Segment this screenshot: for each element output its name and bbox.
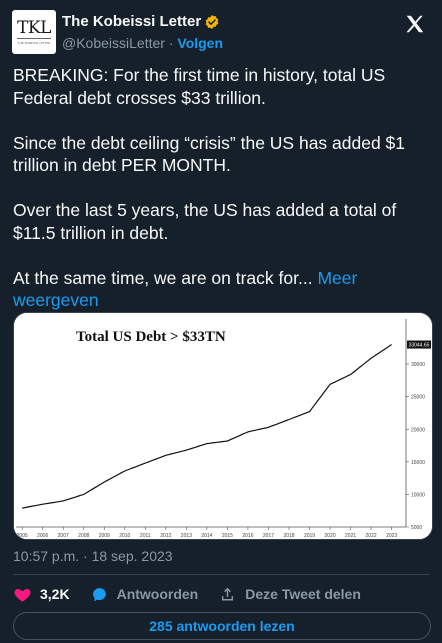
handle-row: @KobeissiLetter · Volgen	[62, 35, 223, 51]
tweet-card: TKL THE KOBEISSI LETTER The Kobeissi Let…	[0, 0, 442, 643]
reply-button[interactable]: Antwoorden	[90, 585, 199, 604]
share-button[interactable]: Deze Tweet delen	[218, 585, 361, 604]
chart-last-value-label: 33044.65	[409, 343, 430, 349]
debt-chart: Total US Debt > $33TN 2005 2006 2007 2008 20…	[14, 313, 432, 539]
chart-x-tick-label: 2006	[37, 533, 48, 539]
tweet-paragraph: Over the last 5 years, the US has added …	[13, 200, 397, 243]
avatar-logo-subtext: THE KOBEISSI LETTER	[17, 41, 51, 45]
chart-x-tick-label: 2012	[160, 533, 171, 539]
share-label: Deze Tweet delen	[245, 586, 361, 602]
tweet-paragraph-last: At the same time, we are on track for...…	[13, 267, 429, 312]
chart-x-tick-label: 2008	[78, 533, 89, 539]
chart-last-value: 33044.65	[407, 340, 431, 349]
chart-x-tick-label: 2022	[366, 533, 377, 539]
avatar[interactable]: TKL THE KOBEISSI LETTER	[12, 10, 56, 54]
reply-bubble-icon	[92, 587, 106, 601]
chart-x-tick-label: 2009	[99, 533, 110, 539]
tweet-text: BREAKING: For the first time in history,…	[13, 64, 429, 312]
chart-x-tick-label: 2013	[181, 533, 192, 539]
chart-y-tick-label: 10000	[411, 492, 425, 498]
chart-x-tick-label: 2007	[58, 533, 69, 539]
chart-y-tick-label: 25000	[411, 395, 425, 401]
tweet-paragraph: Since the debt ceiling “crisis” the US h…	[13, 132, 406, 176]
chart-x-tick-label: 2021	[345, 533, 356, 539]
chart-y-tick-label: 30000	[411, 362, 425, 368]
read-replies-button[interactable]: 285 antwoorden lezen	[13, 612, 431, 640]
display-name[interactable]: The Kobeissi Letter	[62, 13, 201, 30]
chart-y-tick-label: 20000	[411, 427, 425, 433]
verified-badge-icon	[205, 14, 219, 29]
chart-x-tick-label: 2020	[324, 533, 335, 539]
chart-x-tick-label: 2015	[222, 533, 233, 539]
handle-separator: ·	[164, 35, 178, 51]
chart-x-tick-label: 2016	[242, 533, 253, 539]
name-row: The Kobeissi Letter	[62, 13, 220, 30]
chart-x-tick-label: 2014	[201, 533, 212, 539]
chart-title: Total US Debt > $33TN	[76, 329, 226, 345]
tweet-timestamp[interactable]: 10:57 p.m. · 18 sep. 2023	[13, 548, 173, 564]
chart-x-tick-label: 2011	[140, 533, 151, 539]
chart-x-tick-label: 2010	[119, 533, 130, 539]
reply-label: Antwoorden	[116, 586, 199, 602]
chart-x-tick-label: 2023	[386, 533, 397, 539]
tweet-media-chart[interactable]: Total US Debt > $33TN 2005 2006 2007 2008 20…	[13, 312, 433, 540]
chart-x-tick-label: 2017	[263, 533, 274, 539]
handle[interactable]: @KobeissiLetter	[62, 35, 165, 51]
like-button[interactable]: 3,2K	[13, 585, 70, 604]
chart-x-tick-label: 2018	[283, 533, 294, 539]
chart-x-tick-label: 2019	[304, 533, 315, 539]
chart-y-tick-label: 15000	[411, 460, 425, 466]
like-count: 3,2K	[40, 586, 70, 602]
divider	[13, 574, 429, 575]
share-icon	[222, 587, 234, 600]
tweet-paragraph: BREAKING: For the first time in history,…	[13, 65, 386, 108]
chart-x-tick-label: 2005	[17, 533, 28, 539]
avatar-logo: TKL	[17, 18, 51, 39]
action-bar: 3,2K Antwoorden Deze Tweet delen	[13, 583, 381, 605]
follow-button[interactable]: Volgen	[177, 35, 223, 51]
x-logo-icon[interactable]	[404, 13, 426, 35]
heart-icon	[14, 588, 31, 602]
chart-y-tick-label: 5000	[411, 525, 422, 531]
tweet-header: TKL THE KOBEISSI LETTER The Kobeissi Let…	[12, 10, 430, 54]
tweet-last-text: At the same time, we are on track for...	[13, 267, 318, 288]
